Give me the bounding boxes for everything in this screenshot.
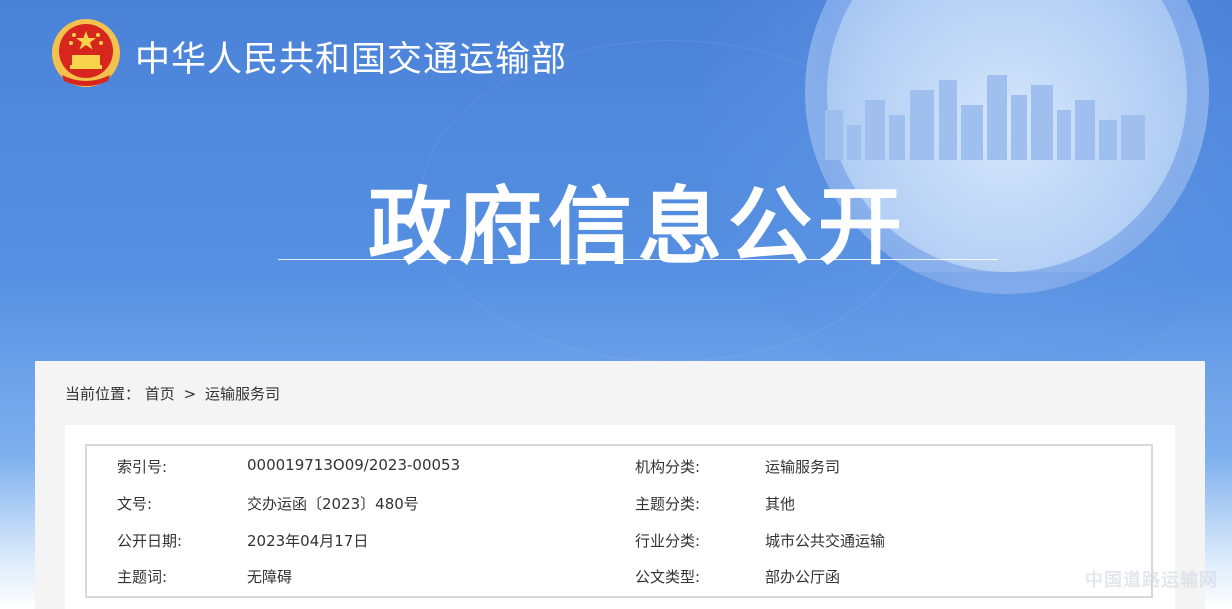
info-row: 文号: 交办运函〔2023〕480号 主题分类: 其他 (87, 493, 1151, 517)
industry-category-value: 城市公共交通运输 (765, 532, 886, 550)
document-type-label: 公文类型: (635, 568, 701, 586)
breadcrumb-current-link[interactable]: 运输服务司 (205, 385, 280, 403)
ministry-name: 中华人民共和国交通运输部 (135, 40, 568, 80)
document-info-panel: 索引号: 000019713O09/2023-00053 机构分类: 运输服务司… (65, 425, 1175, 609)
industry-category-label: 行业分类: (635, 532, 701, 550)
content-area: 当前位置： 首页 > 运输服务司 索引号: 000019713O09/2023-… (35, 361, 1205, 609)
publish-date-label: 公开日期: (117, 532, 183, 550)
breadcrumb: 当前位置： 首页 > 运输服务司 (65, 383, 280, 404)
breadcrumb-label: 当前位置： (65, 385, 141, 403)
breadcrumb-home-link[interactable]: 首页 (145, 385, 175, 403)
agency-category-value: 运输服务司 (765, 458, 841, 476)
index-number-label: 索引号: (117, 458, 168, 476)
national-emblem-logo (52, 19, 120, 87)
info-row: 索引号: 000019713O09/2023-00053 机构分类: 运输服务司 (87, 456, 1151, 480)
keywords-label: 主题词: (117, 568, 168, 586)
document-info-table: 索引号: 000019713O09/2023-00053 机构分类: 运输服务司… (85, 444, 1153, 598)
breadcrumb-separator: > (183, 385, 197, 403)
publish-date-value: 2023年04月17日 (247, 532, 369, 550)
document-number-label: 文号: (117, 495, 153, 513)
info-row: 主题词: 无障碍 公文类型: 部办公厅函 (87, 566, 1151, 590)
topic-category-label: 主题分类: (635, 495, 701, 513)
info-row: 公开日期: 2023年04月17日 行业分类: 城市公共交通运输 (87, 530, 1151, 554)
page-title: 政府信息公开 (367, 178, 908, 276)
agency-category-label: 机构分类: (635, 458, 701, 476)
city-skyline-illustration (825, 75, 1145, 160)
title-underline (278, 259, 998, 260)
document-type-value: 部办公厅函 (765, 568, 841, 586)
keywords-value: 无障碍 (247, 568, 293, 586)
topic-category-value: 其他 (765, 495, 796, 513)
document-number-value: 交办运函〔2023〕480号 (247, 495, 419, 513)
index-number-value: 000019713O09/2023-00053 (247, 456, 461, 474)
watermark: 中国道路运输网 (1085, 570, 1218, 591)
